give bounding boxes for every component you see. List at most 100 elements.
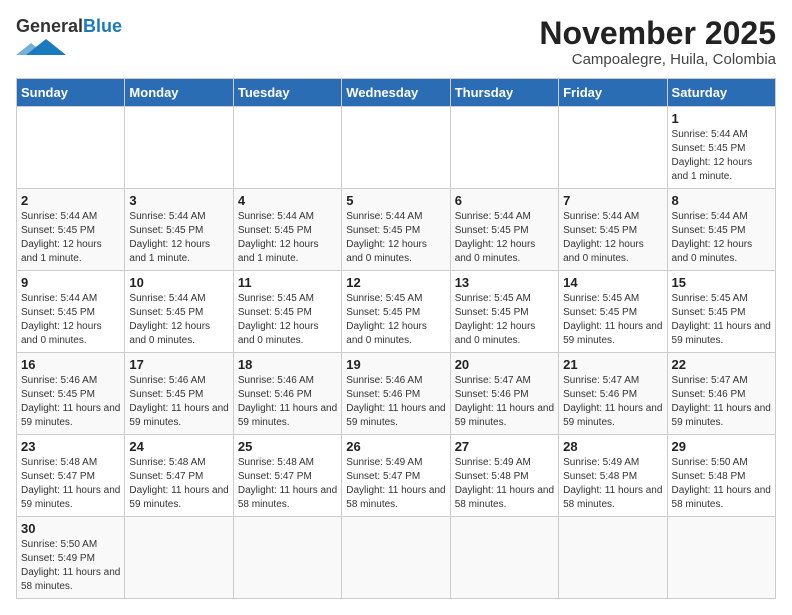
day-number: 15 <box>672 275 771 290</box>
calendar-cell: 17Sunrise: 5:46 AM Sunset: 5:45 PM Dayli… <box>125 353 233 435</box>
weekday-header-saturday: Saturday <box>667 79 775 107</box>
day-number: 28 <box>563 439 662 454</box>
cell-info: Sunrise: 5:44 AM Sunset: 5:45 PM Dayligh… <box>455 210 554 266</box>
cell-info: Sunrise: 5:45 AM Sunset: 5:45 PM Dayligh… <box>672 292 771 348</box>
calendar-week-row: 30 Sunrise: 5:50 AM Sunset: 5:49 PM Dayli… <box>17 517 776 599</box>
logo-icon <box>16 37 66 57</box>
day-number: 22 <box>672 357 771 372</box>
cell-info: Sunrise: 5:50 AM Sunset: 5:49 PM Dayligh… <box>21 538 120 594</box>
cell-info: Sunrise: 5:46 AM Sunset: 5:45 PM Dayligh… <box>21 374 120 430</box>
cell-info: Sunrise: 5:44 AM Sunset: 5:45 PM Dayligh… <box>672 128 771 184</box>
calendar-cell: 30 Sunrise: 5:50 AM Sunset: 5:49 PM Dayli… <box>17 517 125 599</box>
weekday-header-wednesday: Wednesday <box>342 79 450 107</box>
day-number: 30 <box>21 521 120 536</box>
cell-info: Sunrise: 5:50 AM Sunset: 5:48 PM Dayligh… <box>672 456 771 512</box>
calendar-cell: 28 Sunrise: 5:49 AM Sunset: 5:48 PM Dayli… <box>559 435 667 517</box>
calendar-cell: 1Sunrise: 5:44 AM Sunset: 5:45 PM Daylig… <box>667 107 775 189</box>
day-number: 10 <box>129 275 228 290</box>
cell-info: Sunrise: 5:44 AM Sunset: 5:45 PM Dayligh… <box>238 210 337 266</box>
day-number: 23 <box>21 439 120 454</box>
day-number: 24 <box>129 439 228 454</box>
cell-info: Sunrise: 5:48 AM Sunset: 5:47 PM Dayligh… <box>238 456 337 512</box>
weekday-header-thursday: Thursday <box>450 79 558 107</box>
calendar-cell: 4 Sunrise: 5:44 AM Sunset: 5:45 PM Daylig… <box>233 189 341 271</box>
calendar-cell: 18 Sunrise: 5:46 AM Sunset: 5:46 PM Dayli… <box>233 353 341 435</box>
calendar-cell: 3Sunrise: 5:44 AM Sunset: 5:45 PM Daylig… <box>125 189 233 271</box>
calendar-table: SundayMondayTuesdayWednesdayThursdayFrid… <box>16 78 776 599</box>
day-number: 3 <box>129 193 228 208</box>
calendar-cell: 10 Sunrise: 5:44 AM Sunset: 5:45 PM Dayli… <box>125 271 233 353</box>
day-number: 7 <box>563 193 662 208</box>
cell-info: Sunrise: 5:45 AM Sunset: 5:45 PM Dayligh… <box>346 292 445 348</box>
weekday-header-row: SundayMondayTuesdayWednesdayThursdayFrid… <box>17 79 776 107</box>
calendar-cell: 6 Sunrise: 5:44 AM Sunset: 5:45 PM Daylig… <box>450 189 558 271</box>
calendar-cell <box>125 517 233 599</box>
calendar-cell: 11Sunrise: 5:45 AM Sunset: 5:45 PM Dayli… <box>233 271 341 353</box>
day-number: 18 <box>238 357 337 372</box>
calendar-cell: 14Sunrise: 5:45 AM Sunset: 5:45 PM Dayli… <box>559 271 667 353</box>
day-number: 27 <box>455 439 554 454</box>
day-number: 9 <box>21 275 120 290</box>
weekday-header-friday: Friday <box>559 79 667 107</box>
logo-text-blue: Blue <box>83 16 122 37</box>
cell-info: Sunrise: 5:44 AM Sunset: 5:45 PM Dayligh… <box>129 292 228 348</box>
day-number: 11 <box>238 275 337 290</box>
calendar-cell: 20 Sunrise: 5:47 AM Sunset: 5:46 PM Dayli… <box>450 353 558 435</box>
calendar-cell: 27 Sunrise: 5:49 AM Sunset: 5:48 PM Dayli… <box>450 435 558 517</box>
day-number: 19 <box>346 357 445 372</box>
calendar-cell: 16 Sunrise: 5:46 AM Sunset: 5:45 PM Dayli… <box>17 353 125 435</box>
cell-info: Sunrise: 5:46 AM Sunset: 5:46 PM Dayligh… <box>238 374 337 430</box>
weekday-header-monday: Monday <box>125 79 233 107</box>
calendar-week-row: 9 Sunrise: 5:44 AM Sunset: 5:45 PM Daylig… <box>17 271 776 353</box>
calendar-cell: 24Sunrise: 5:48 AM Sunset: 5:47 PM Dayli… <box>125 435 233 517</box>
calendar-cell: 26 Sunrise: 5:49 AM Sunset: 5:47 PM Dayli… <box>342 435 450 517</box>
day-number: 13 <box>455 275 554 290</box>
calendar-cell: 7 Sunrise: 5:44 AM Sunset: 5:45 PM Daylig… <box>559 189 667 271</box>
calendar-cell <box>450 517 558 599</box>
calendar-cell: 13 Sunrise: 5:45 AM Sunset: 5:45 PM Dayli… <box>450 271 558 353</box>
logo: General Blue <box>16 16 122 57</box>
cell-info: Sunrise: 5:47 AM Sunset: 5:46 PM Dayligh… <box>455 374 554 430</box>
calendar-cell <box>17 107 125 189</box>
calendar-cell: 5Sunrise: 5:44 AM Sunset: 5:45 PM Daylig… <box>342 189 450 271</box>
cell-info: Sunrise: 5:45 AM Sunset: 5:45 PM Dayligh… <box>455 292 554 348</box>
calendar-cell: 2Sunrise: 5:44 AM Sunset: 5:45 PM Daylig… <box>17 189 125 271</box>
cell-info: Sunrise: 5:44 AM Sunset: 5:45 PM Dayligh… <box>563 210 662 266</box>
day-number: 12 <box>346 275 445 290</box>
calendar-cell <box>233 517 341 599</box>
day-number: 16 <box>21 357 120 372</box>
cell-info: Sunrise: 5:49 AM Sunset: 5:48 PM Dayligh… <box>563 456 662 512</box>
calendar-cell <box>125 107 233 189</box>
day-number: 21 <box>563 357 662 372</box>
day-number: 8 <box>672 193 771 208</box>
calendar-cell: 25 Sunrise: 5:48 AM Sunset: 5:47 PM Dayli… <box>233 435 341 517</box>
cell-info: Sunrise: 5:49 AM Sunset: 5:48 PM Dayligh… <box>455 456 554 512</box>
calendar-cell <box>667 517 775 599</box>
day-number: 4 <box>238 193 337 208</box>
calendar-cell <box>450 107 558 189</box>
day-number: 20 <box>455 357 554 372</box>
calendar-cell: 8Sunrise: 5:44 AM Sunset: 5:45 PM Daylig… <box>667 189 775 271</box>
day-number: 26 <box>346 439 445 454</box>
calendar-cell: 19Sunrise: 5:46 AM Sunset: 5:46 PM Dayli… <box>342 353 450 435</box>
calendar-cell: 22Sunrise: 5:47 AM Sunset: 5:46 PM Dayli… <box>667 353 775 435</box>
day-number: 14 <box>563 275 662 290</box>
page-header: General Blue November 2025 Campoalegre, … <box>16 16 776 68</box>
calendar-cell: 12 Sunrise: 5:45 AM Sunset: 5:45 PM Dayli… <box>342 271 450 353</box>
day-number: 6 <box>455 193 554 208</box>
day-number: 29 <box>672 439 771 454</box>
calendar-cell <box>559 107 667 189</box>
day-number: 25 <box>238 439 337 454</box>
cell-info: Sunrise: 5:49 AM Sunset: 5:47 PM Dayligh… <box>346 456 445 512</box>
calendar-cell: 9 Sunrise: 5:44 AM Sunset: 5:45 PM Daylig… <box>17 271 125 353</box>
calendar-cell: 23Sunrise: 5:48 AM Sunset: 5:47 PM Dayli… <box>17 435 125 517</box>
day-number: 2 <box>21 193 120 208</box>
cell-info: Sunrise: 5:47 AM Sunset: 5:46 PM Dayligh… <box>563 374 662 430</box>
cell-info: Sunrise: 5:44 AM Sunset: 5:45 PM Dayligh… <box>21 292 120 348</box>
calendar-cell: 15 Sunrise: 5:45 AM Sunset: 5:45 PM Dayli… <box>667 271 775 353</box>
calendar-cell: 21 Sunrise: 5:47 AM Sunset: 5:46 PM Dayli… <box>559 353 667 435</box>
calendar-week-row: 2 Sunrise: 5:44 AM Sunset: 5:45 PM Daylig… <box>17 189 776 271</box>
calendar-cell <box>559 517 667 599</box>
cell-info: Sunrise: 5:44 AM Sunset: 5:45 PM Dayligh… <box>346 210 445 266</box>
title-block: November 2025 Campoalegre, Huila, Colomb… <box>539 16 776 68</box>
